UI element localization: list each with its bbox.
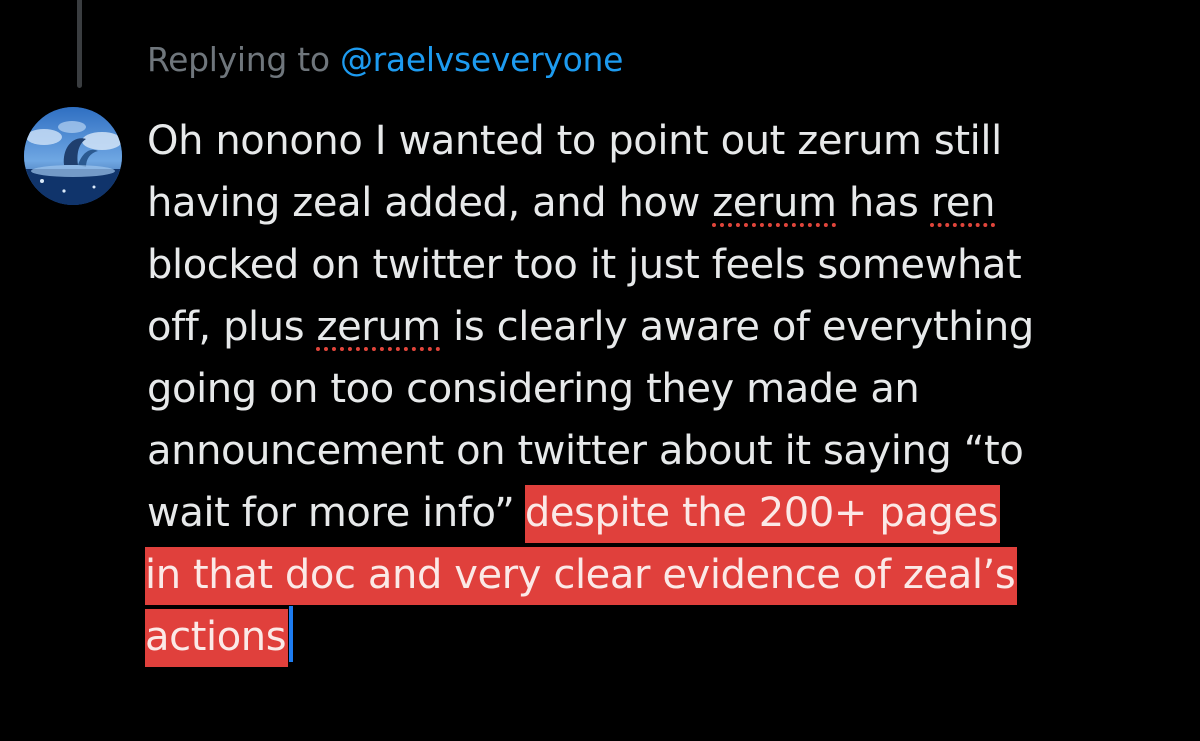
tweet-line-text: announcement on twitter about it saying … [147,428,1024,474]
tweet-line: announcement on twitter about it saying … [147,420,1192,482]
whale-ocean-avatar-icon [24,107,122,205]
text-selection-highlight[interactable]: despite the 200+ pages [524,485,1001,543]
tweet-text: Oh nonono I wanted to point out zerum st… [145,110,1192,668]
tweet-line: blocked on twitter too it just feels som… [147,234,1192,296]
tweet-line-text: has [836,180,931,226]
tweet-line-text: Oh nonono I wanted to point out zerum st… [147,118,1002,164]
misspelled-word[interactable]: ren [931,180,996,226]
tweet-line: actions [145,606,1192,668]
misspelled-word[interactable]: zerum [316,304,441,350]
misspelled-word[interactable]: zerum [712,180,837,226]
tweet-line: going on too considering they made an [147,358,1192,420]
tweet-line-text: blocked on twitter too it just feels som… [147,242,1022,288]
tweet-line: wait for more info” despite the 200+ pag… [147,482,1192,544]
replying-to-handle-link[interactable]: @raelvseveryone [340,40,623,79]
tweet-line-text: off, plus [147,304,317,350]
tweet-line: having zeal added, and how zerum has ren [147,172,1192,234]
tweet-line-text: going on too considering they made an [147,366,920,412]
text-selection-highlight[interactable]: actions [145,609,289,667]
avatar[interactable] [24,107,122,205]
replying-to-context: Replying to @raelvseveryone [147,40,623,79]
text-cursor-caret [289,606,294,662]
tweet-line: in that doc and very clear evidence of z… [145,544,1192,606]
text-selection-highlight[interactable]: in that doc and very clear evidence of z… [145,547,1018,605]
replying-to-label: Replying to [147,40,330,79]
tweet-line-text: having zeal added, and how [147,180,713,226]
tweet-line-text: wait for more info” [147,490,527,536]
tweet-line-text: is clearly aware of everything [440,304,1034,350]
tweet-line: off, plus zerum is clearly aware of ever… [147,296,1192,358]
tweet-line: Oh nonono I wanted to point out zerum st… [147,110,1192,172]
thread-connector-line [77,0,82,88]
